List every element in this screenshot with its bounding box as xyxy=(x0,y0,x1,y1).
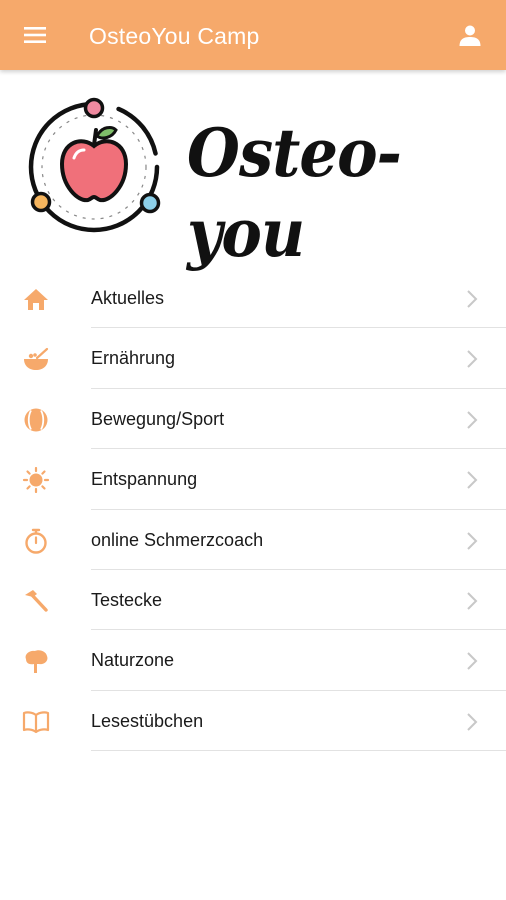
chevron-right-icon xyxy=(467,531,478,550)
stopwatch-icon xyxy=(25,528,47,554)
chevron-right-icon xyxy=(467,350,478,369)
menu-item-label: Entspannung xyxy=(91,469,198,490)
chevron-right-icon xyxy=(467,713,478,731)
app-title: OsteoYou Camp xyxy=(89,23,260,49)
hamburger-menu-icon[interactable] xyxy=(24,24,46,46)
menu-item-ernaehrung[interactable]: Ernährung xyxy=(0,328,506,389)
hammer-icon xyxy=(25,589,48,612)
menu-item-label: online Schmerzcoach xyxy=(91,529,264,550)
chevron-right-icon xyxy=(467,411,478,429)
menu-item-label: Ernährung xyxy=(91,348,176,369)
menu-item-bewegung-sport[interactable]: Bewegung/Sport xyxy=(0,389,506,450)
book-icon xyxy=(22,711,50,733)
menu-item-label: Bewegung/Sport xyxy=(91,408,225,429)
chevron-right-icon xyxy=(467,652,478,671)
chevron-right-icon xyxy=(467,290,478,308)
main-menu-list: Aktuelles Ernährung Bewegung/Sport Entsp… xyxy=(0,268,506,752)
menu-item-lesestuebchen[interactable]: Lesestübchen xyxy=(0,691,506,752)
home-icon xyxy=(24,289,48,310)
menu-item-label: Lesestübchen xyxy=(91,710,204,731)
menu-item-online-schmerzcoach[interactable]: online Schmerzcoach xyxy=(0,510,506,570)
menu-item-label: Naturzone xyxy=(91,650,175,671)
menu-item-testecke[interactable]: Testecke xyxy=(0,570,506,631)
sun-icon xyxy=(22,467,50,494)
baseball-icon xyxy=(24,408,48,432)
bowl-icon xyxy=(24,348,49,371)
chevron-right-icon xyxy=(467,471,478,489)
tree-icon xyxy=(25,650,48,674)
divider xyxy=(91,750,506,752)
app-bar: OsteoYou Camp xyxy=(0,0,506,70)
chevron-right-icon xyxy=(467,592,478,610)
menu-item-entspannung[interactable]: Entspannung xyxy=(0,449,506,510)
menu-item-label: Testecke xyxy=(91,589,163,610)
person-icon[interactable] xyxy=(458,23,482,47)
logo-wordmark: Osteo-you xyxy=(187,114,402,272)
menu-item-naturzone[interactable]: Naturzone xyxy=(0,630,506,691)
menu-item-label: Aktuelles xyxy=(91,288,165,308)
menu-item-aktuelles[interactable]: Aktuelles xyxy=(0,268,506,329)
